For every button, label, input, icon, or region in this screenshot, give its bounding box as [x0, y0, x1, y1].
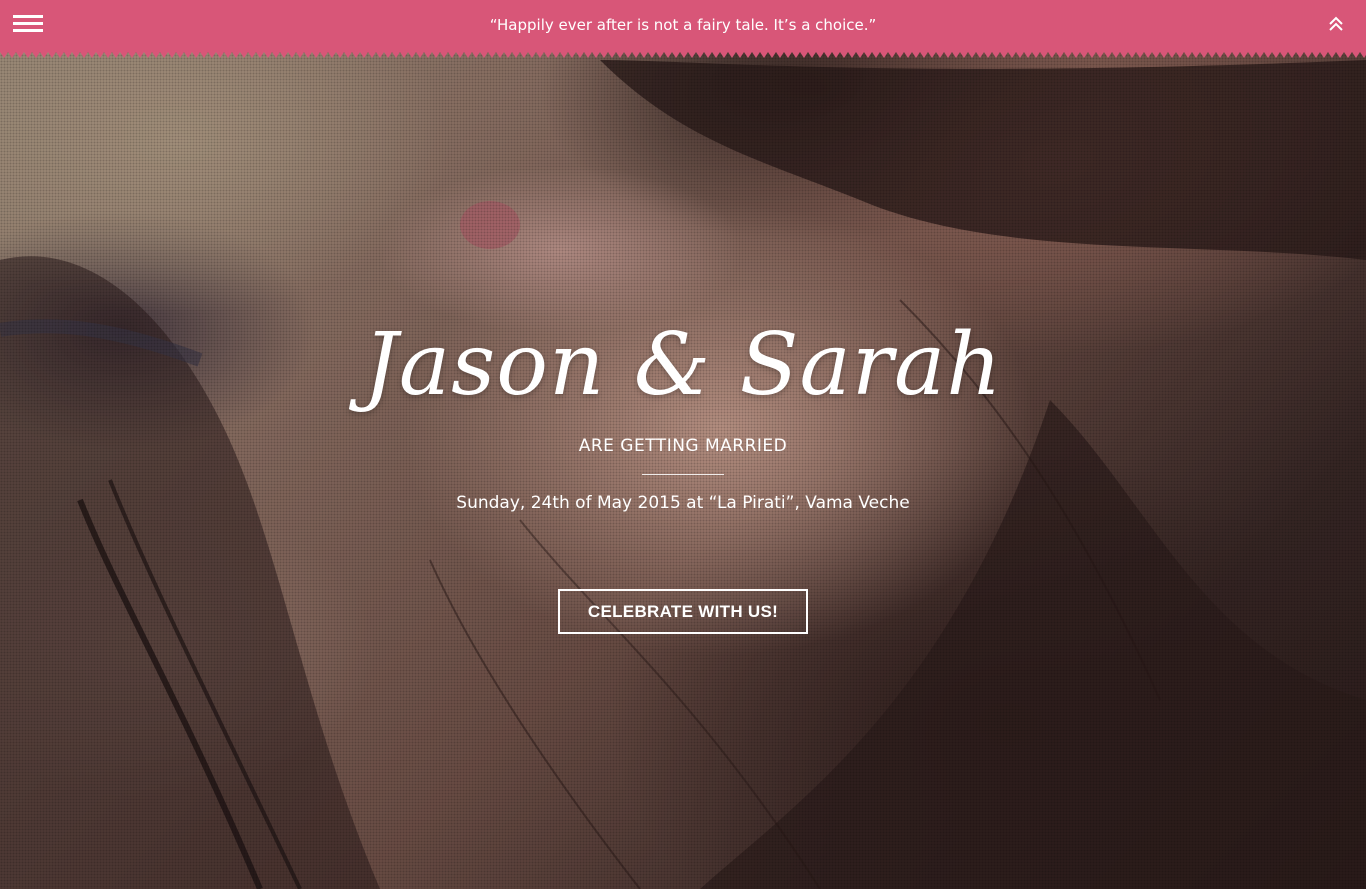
header-quote: “Happily ever after is not a fairy tale.…	[489, 16, 877, 34]
top-bar: “Happily ever after is not a fairy tale.…	[0, 0, 1366, 52]
double-chevron-up-icon[interactable]	[1328, 14, 1344, 34]
couple-names-title: Jason & Sarah	[363, 315, 1003, 415]
celebrate-button[interactable]: CELEBRATE WITH US!	[558, 589, 808, 634]
hero-divider	[642, 474, 724, 475]
page: “Happily ever after is not a fairy tale.…	[0, 0, 1366, 889]
event-details: Sunday, 24th of May 2015 at “La Pirati”,…	[456, 493, 910, 513]
top-bar-zigzag-edge	[0, 52, 1366, 60]
hero-subtitle: ARE GETTING MARRIED	[578, 436, 788, 456]
hero-content: Jason & Sarah ARE GETTING MARRIED Sunday…	[0, 300, 1366, 634]
